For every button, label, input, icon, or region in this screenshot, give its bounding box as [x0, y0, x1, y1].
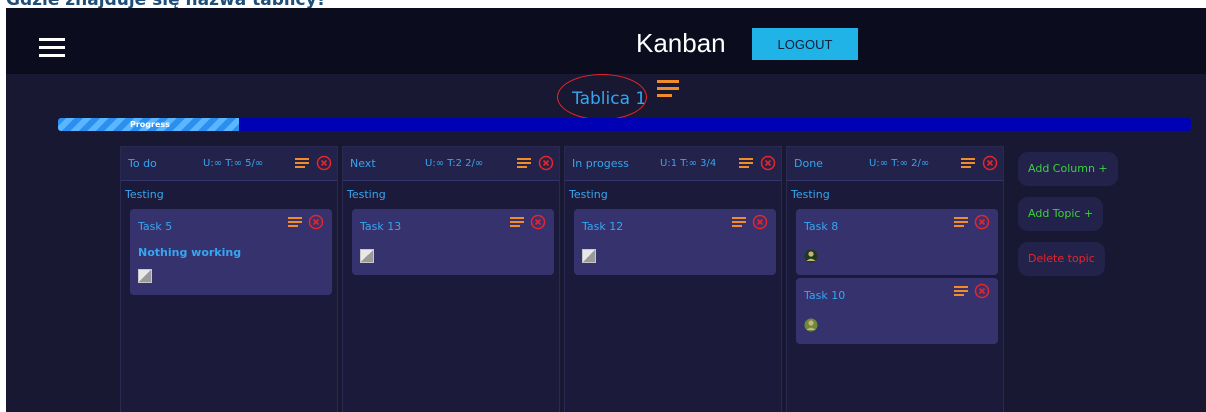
column-header: To do U:∞ T:∞ 5/∞ [121, 147, 337, 181]
hamburger-menu-icon[interactable] [39, 38, 65, 58]
card-menu-icon[interactable] [954, 217, 968, 227]
card-close-icon[interactable] [308, 214, 324, 230]
topic-label: Testing [347, 188, 386, 201]
add-column-button[interactable]: Add Column + [1018, 152, 1118, 186]
column: To do U:∞ T:∞ 5/∞ Testing Task 5 Nothing wor… [120, 146, 338, 412]
kanban-app: Kanban LOGOUT Tablica 1 Progress To do U:… [6, 8, 1206, 412]
column-header: Next U:∞ T:2 2/∞ [343, 147, 559, 181]
card-menu-icon[interactable] [288, 217, 302, 227]
column-stats: U:∞ T:∞ 2/∞ [869, 158, 930, 169]
card-title: Task 5 [138, 220, 173, 233]
highlight-ellipse [557, 74, 647, 120]
delete-topic-button[interactable]: Delete topic [1018, 242, 1105, 276]
column-menu-icon[interactable] [739, 158, 753, 168]
task-card[interactable]: Task 10 [796, 278, 998, 344]
question-caption: Gdzie znajduje się nazwa tablicy? [6, 0, 327, 10]
column-menu-icon[interactable] [961, 158, 975, 168]
topic-label: Testing [125, 188, 164, 201]
card-title: Task 10 [804, 289, 846, 302]
column-stats: U:∞ T:∞ 5/∞ [203, 158, 264, 169]
column-stats: U:∞ T:2 2/∞ [425, 158, 484, 169]
topic-label: Testing [569, 188, 608, 201]
card-menu-icon[interactable] [732, 217, 746, 227]
card-menu-icon[interactable] [510, 217, 524, 227]
user-avatar-icon [804, 249, 818, 263]
card-title: Task 12 [582, 220, 624, 233]
column-name: Next [350, 157, 376, 170]
task-card[interactable]: Task 8 [796, 209, 998, 275]
column-name: To do [128, 157, 157, 170]
column-stats: U:1 T:∞ 3/4 [660, 158, 717, 169]
topic-label: Testing [791, 188, 830, 201]
column-close-icon[interactable] [760, 155, 776, 171]
board-menu-icon[interactable] [657, 80, 679, 98]
column-close-icon[interactable] [316, 155, 332, 171]
column-close-icon[interactable] [982, 155, 998, 171]
broken-image-icon [360, 249, 374, 263]
column-name: In progess [572, 157, 629, 170]
broken-image-icon [138, 269, 152, 283]
add-topic-button[interactable]: Add Topic + [1018, 197, 1104, 231]
card-menu-icon[interactable] [954, 286, 968, 296]
column: Next U:∞ T:2 2/∞ Testing Task 13 [342, 146, 560, 412]
task-card[interactable]: Task 5 Nothing working [130, 209, 332, 295]
column-header: In progess U:1 T:∞ 3/4 [565, 147, 781, 181]
card-close-icon[interactable] [530, 214, 546, 230]
column-header: Done U:∞ T:∞ 2/∞ [787, 147, 1003, 181]
column-menu-icon[interactable] [295, 158, 309, 168]
task-card[interactable]: Task 12 [574, 209, 776, 275]
broken-image-icon [582, 249, 596, 263]
column-close-icon[interactable] [538, 155, 554, 171]
navbar: Kanban LOGOUT [6, 8, 1206, 74]
brand-title: Kanban [636, 28, 726, 58]
progress-label: Progress [130, 120, 170, 129]
task-card[interactable]: Task 13 [352, 209, 554, 275]
card-description: Nothing working [138, 246, 242, 259]
column-menu-icon[interactable] [517, 158, 531, 168]
column: Done U:∞ T:∞ 2/∞ Testing Task 8 Task 10 [786, 146, 1004, 412]
card-close-icon[interactable] [974, 214, 990, 230]
column-name: Done [794, 157, 823, 170]
card-title: Task 8 [804, 220, 839, 233]
card-title: Task 13 [360, 220, 402, 233]
card-close-icon[interactable] [752, 214, 768, 230]
column: In progess U:1 T:∞ 3/4 Testing Task 12 [564, 146, 782, 412]
progress-bar: Progress [58, 118, 1191, 131]
user-avatar-icon [804, 318, 818, 332]
logout-button[interactable]: LOGOUT [752, 28, 858, 60]
card-close-icon[interactable] [974, 283, 990, 299]
